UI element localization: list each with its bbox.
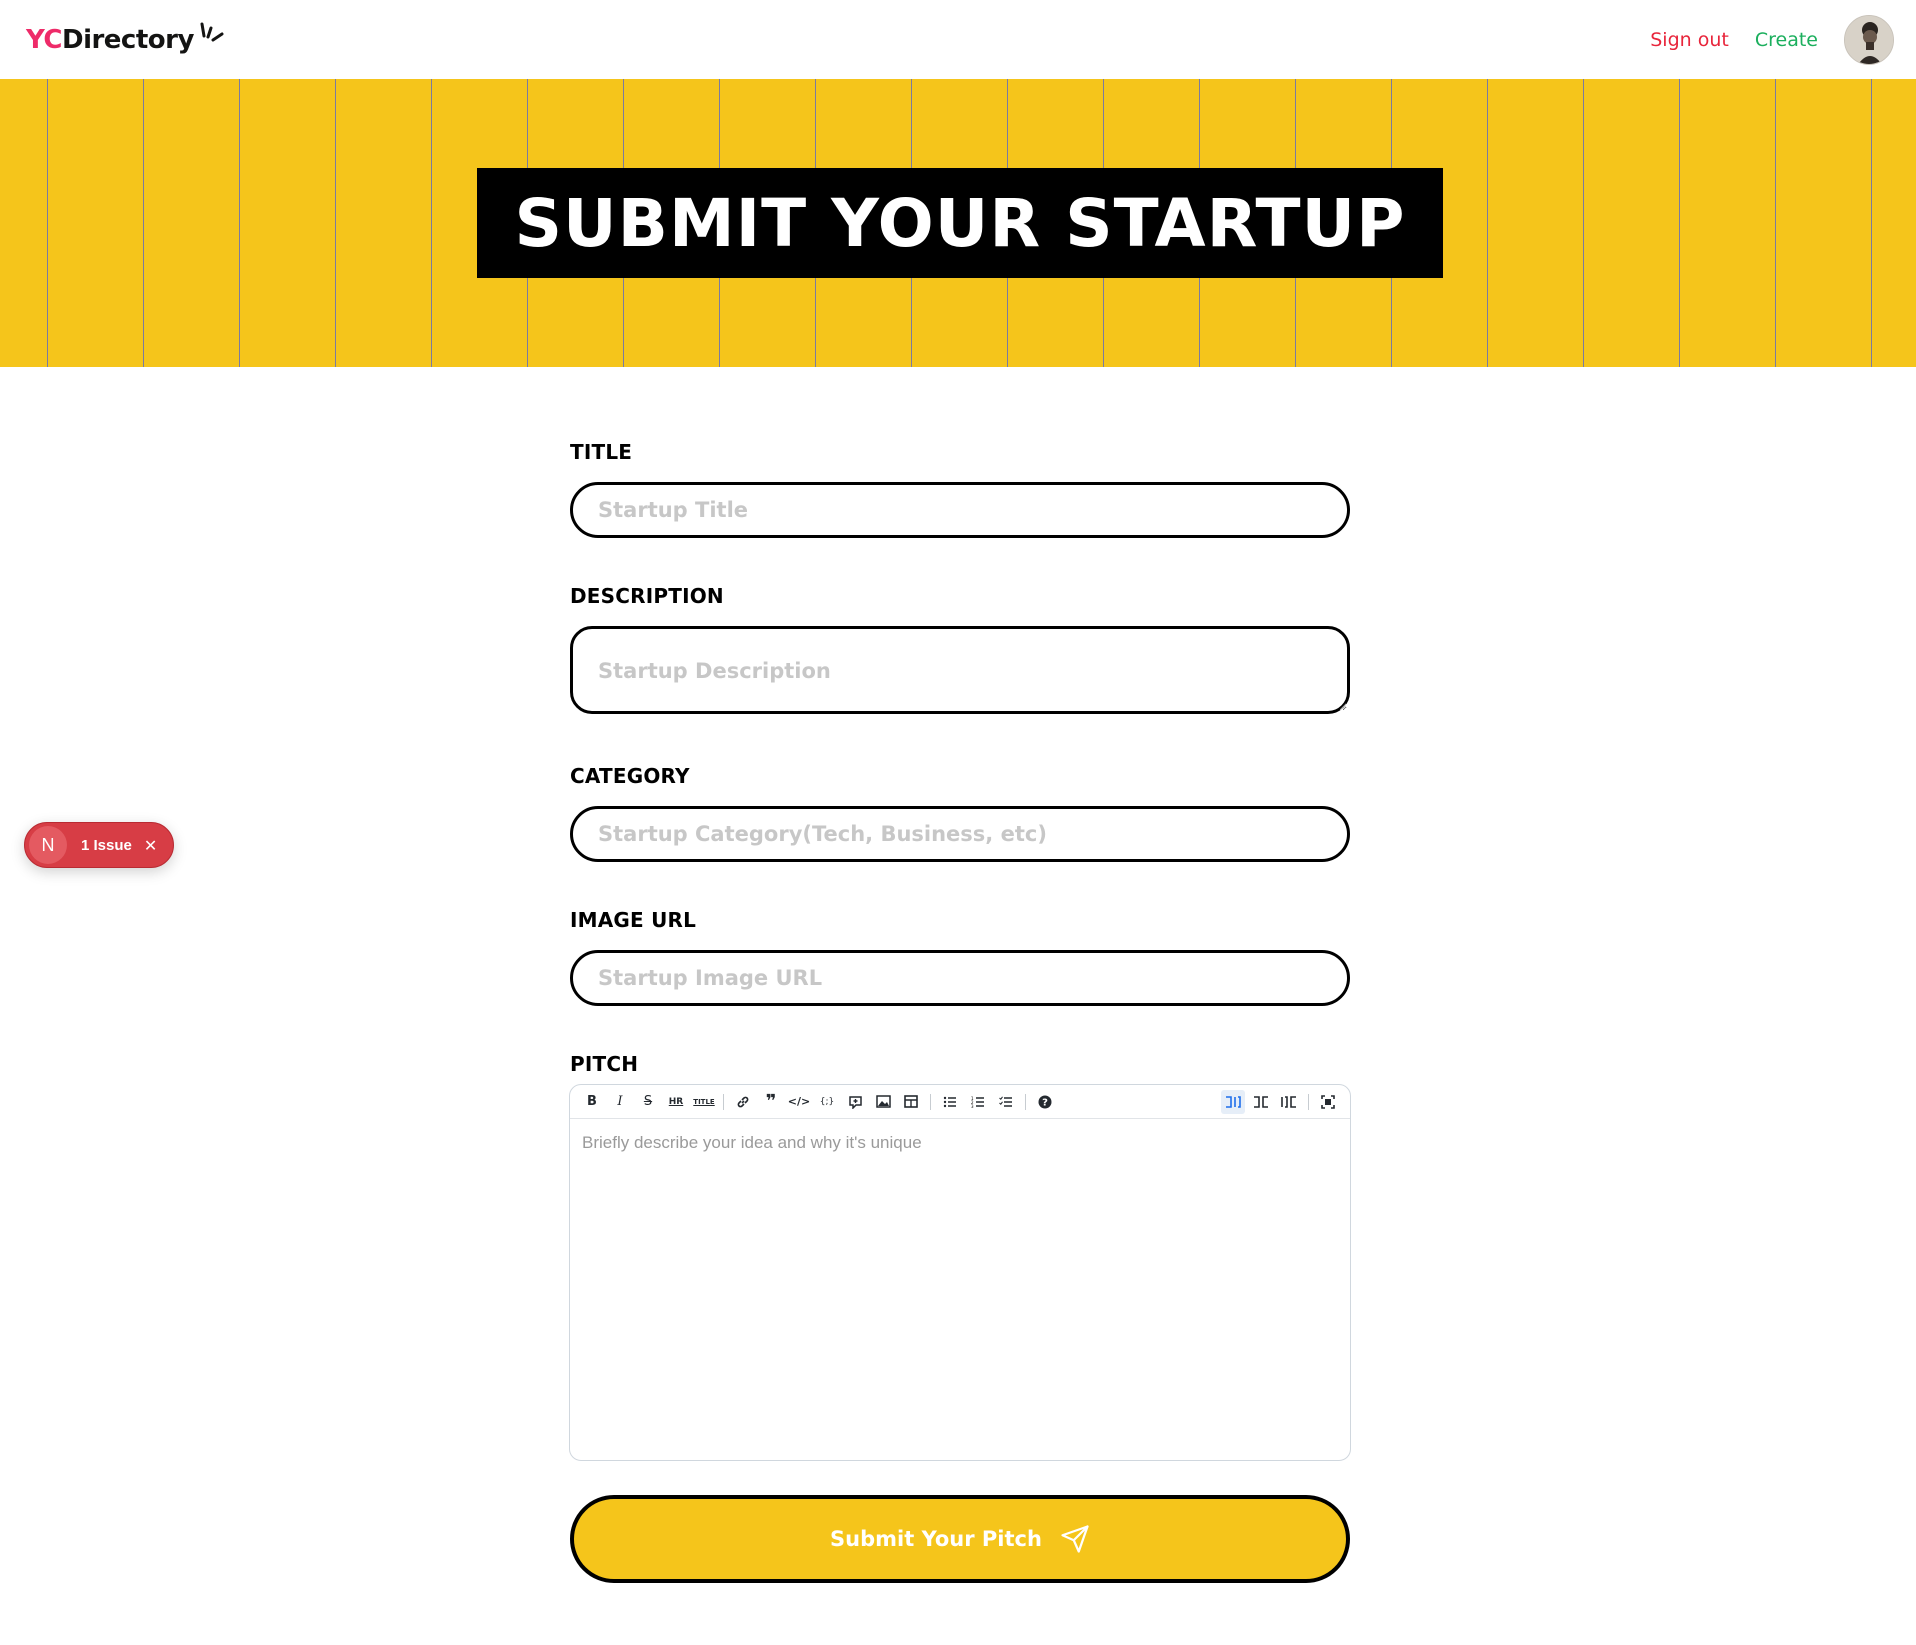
startup-form: Title Description Category Image URL Pit… xyxy=(569,440,1351,1583)
quote-icon[interactable]: ❞ xyxy=(759,1090,783,1114)
preview-mode-icon[interactable] xyxy=(1277,1090,1301,1114)
pitch-field: Pitch B I S HR TITLE ❞ </> {;} xyxy=(569,1052,1351,1461)
category-field: Category xyxy=(570,764,1350,862)
hr-button[interactable]: HR xyxy=(664,1090,688,1114)
pitch-editor: B I S HR TITLE ❞ </> {;} 1 2 3 ? Briefly… xyxy=(569,1084,1351,1461)
toolbar-divider xyxy=(1025,1093,1026,1110)
edit-mode-icon[interactable] xyxy=(1221,1089,1245,1114)
hero-title-box: SUBMIT YOUR STARTUP xyxy=(477,168,1443,278)
bold-button[interactable]: B xyxy=(580,1090,604,1114)
code-icon[interactable]: </> xyxy=(787,1090,811,1114)
toolbar-divider xyxy=(930,1093,931,1110)
submit-button[interactable]: Submit Your Pitch xyxy=(570,1495,1350,1583)
logo[interactable]: YC Directory xyxy=(26,22,226,55)
image-icon[interactable] xyxy=(871,1090,895,1114)
create-link[interactable]: Create xyxy=(1755,29,1818,51)
pitch-label: Pitch xyxy=(570,1052,639,1076)
fullscreen-icon[interactable] xyxy=(1316,1090,1340,1114)
ordered-list-icon[interactable]: 123 xyxy=(966,1090,990,1114)
pitch-textarea[interactable]: Briefly describe your idea and why it's … xyxy=(570,1119,1350,1460)
link-icon[interactable] xyxy=(731,1090,755,1114)
description-field: Description xyxy=(570,584,1350,714)
unordered-list-icon[interactable] xyxy=(938,1090,962,1114)
signout-link[interactable]: Sign out xyxy=(1650,29,1729,51)
category-input[interactable] xyxy=(570,806,1350,862)
help-icon[interactable]: ? xyxy=(1033,1090,1057,1114)
live-mode-icon[interactable] xyxy=(1249,1090,1273,1114)
title-field: Title xyxy=(570,440,1350,538)
nav-actions: Sign out Create xyxy=(1650,14,1894,65)
nextjs-logo-icon: N xyxy=(29,826,67,864)
avatar-image xyxy=(1845,15,1893,64)
category-label: Category xyxy=(570,764,690,788)
image-url-input[interactable] xyxy=(570,950,1350,1006)
toolbar-divider xyxy=(723,1093,724,1110)
page-title: SUBMIT YOUR STARTUP xyxy=(514,184,1406,262)
svg-text:?: ? xyxy=(1042,1097,1048,1108)
image-url-field: Image URL xyxy=(570,908,1350,1006)
checklist-icon[interactable] xyxy=(994,1090,1018,1114)
logo-yc: YC xyxy=(26,24,62,55)
table-icon[interactable] xyxy=(899,1090,923,1114)
italic-button[interactable]: I xyxy=(608,1090,632,1114)
description-input[interactable] xyxy=(570,626,1350,714)
comment-icon[interactable] xyxy=(843,1090,867,1114)
hero-banner: SUBMIT YOUR STARTUP xyxy=(0,79,1916,367)
code-block-icon[interactable]: {;} xyxy=(815,1090,839,1114)
editor-toolbar: B I S HR TITLE ❞ </> {;} 1 2 3 ? xyxy=(570,1085,1350,1119)
image-url-label: Image URL xyxy=(570,908,697,932)
toolbar-divider xyxy=(1308,1093,1309,1110)
title-input[interactable] xyxy=(570,482,1350,538)
avatar[interactable] xyxy=(1844,14,1894,65)
spark-icon xyxy=(200,22,224,41)
title-button[interactable]: TITLE xyxy=(692,1090,716,1114)
issues-badge[interactable]: N 1 Issue ✕ xyxy=(24,822,174,868)
title-label: Title xyxy=(570,440,633,464)
issue-count: 1 Issue xyxy=(81,836,132,854)
description-label: Description xyxy=(570,584,724,608)
close-icon[interactable]: ✕ xyxy=(144,836,157,855)
strikethrough-button[interactable]: S xyxy=(636,1090,660,1114)
svg-text:3: 3 xyxy=(971,1104,974,1108)
submit-label: Submit Your Pitch xyxy=(830,1527,1042,1551)
navbar: YC Directory Sign out Create xyxy=(0,0,1916,79)
logo-directory: Directory xyxy=(61,24,194,55)
send-icon xyxy=(1061,1525,1089,1553)
